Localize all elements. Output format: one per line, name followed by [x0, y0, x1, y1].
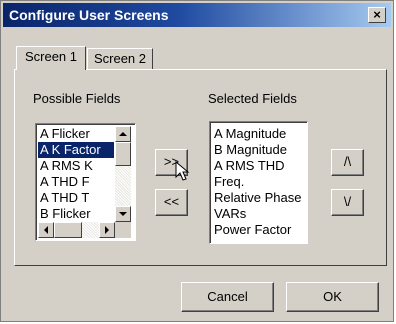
title-bar[interactable]: Configure User Screens × — [3, 3, 391, 27]
vertical-scroll-thumb[interactable] — [115, 142, 131, 166]
mouse-cursor-icon — [175, 161, 190, 181]
scroll-down-arrow-icon — [119, 212, 127, 216]
list-item[interactable]: Relative Phase — [212, 190, 306, 206]
scroll-left-button[interactable] — [38, 222, 54, 238]
possible-fields-label: Possible Fields — [33, 91, 121, 106]
scroll-up-button[interactable] — [115, 126, 131, 142]
list-item[interactable]: Power Factor — [212, 222, 306, 238]
list-item[interactable]: A Flicker — [38, 126, 114, 142]
window-title: Configure User Screens — [9, 7, 169, 23]
list-item[interactable]: B Flicker — [38, 206, 114, 222]
scroll-left-arrow-icon — [44, 226, 48, 234]
list-item[interactable]: VARs — [212, 206, 306, 222]
horizontal-scroll-thumb[interactable] — [54, 222, 82, 238]
tab-label: Screen 2 — [93, 51, 147, 66]
tab-screen-2[interactable]: Screen 2 — [87, 48, 153, 70]
list-item[interactable]: A K Factor — [38, 142, 114, 158]
list-item[interactable]: B Magnitude — [212, 142, 306, 158]
cancel-label: Cancel — [207, 289, 248, 304]
scrollbar-corner — [115, 222, 131, 238]
scroll-right-button[interactable] — [99, 222, 115, 238]
list-item[interactable]: Freq. — [212, 174, 306, 190]
selected-fields-label: Selected Fields — [208, 91, 297, 106]
configure-user-screens-dialog: Configure User Screens × Screen 1 Screen… — [0, 0, 394, 322]
scroll-down-button[interactable] — [115, 206, 131, 222]
move-up-button[interactable]: /\ — [331, 149, 364, 176]
close-button[interactable]: × — [368, 7, 386, 23]
ok-label: OK — [323, 289, 342, 304]
selected-fields-listbox[interactable]: A Magnitude B Magnitude A RMS THD Freq. … — [209, 121, 308, 244]
ok-button[interactable]: OK — [286, 282, 379, 312]
list-item[interactable]: A RMS K — [38, 158, 114, 174]
list-item[interactable]: A THD T — [38, 190, 114, 206]
scroll-up-arrow-icon — [119, 132, 127, 136]
cancel-button[interactable]: Cancel — [181, 282, 274, 312]
possible-fields-listbox[interactable]: A Flicker A K Factor A RMS K A THD F A T… — [35, 123, 136, 241]
close-icon: × — [373, 7, 381, 22]
tab-screen-1[interactable]: Screen 1 — [16, 46, 86, 70]
list-item[interactable]: A THD F — [38, 174, 114, 190]
remove-field-label: << — [163, 194, 180, 209]
tab-label: Screen 1 — [24, 49, 78, 64]
move-down-button[interactable]: \/ — [331, 189, 364, 216]
tab-panel-screen-1: Possible Fields Selected Fields A Flicke… — [14, 69, 387, 266]
list-item[interactable]: A Magnitude — [212, 126, 306, 142]
scroll-right-arrow-icon — [105, 226, 109, 234]
move-down-label: \/ — [343, 194, 352, 209]
move-up-label: /\ — [343, 154, 352, 169]
list-item[interactable]: A RMS THD — [212, 158, 306, 174]
remove-field-button[interactable]: << — [155, 189, 188, 216]
